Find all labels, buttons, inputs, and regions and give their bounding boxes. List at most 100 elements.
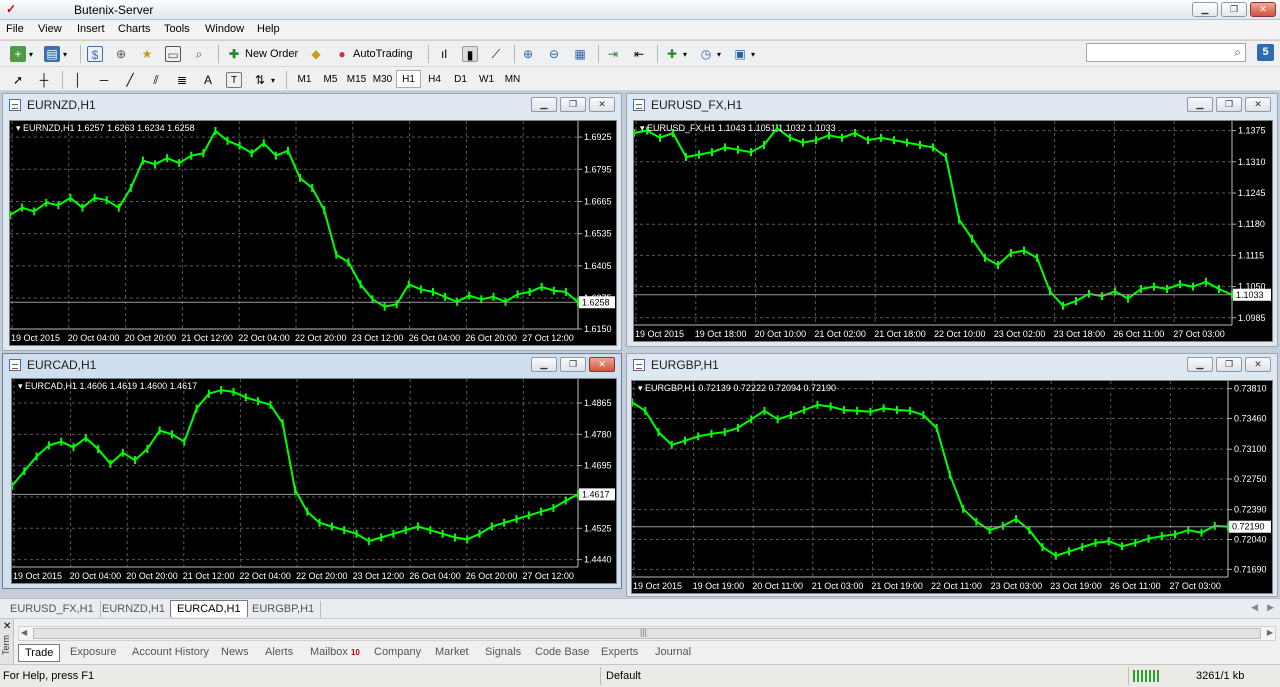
menu-help[interactable]: Help — [257, 23, 280, 35]
close-icon[interactable]: ✕ — [589, 97, 615, 112]
terminal-tab-code-base[interactable]: Code Base — [529, 644, 595, 662]
timeframe-h4[interactable]: H4 — [422, 70, 447, 88]
chart-window-eurcad[interactable]: EURCAD,H1 ▁ ❐ ✕ 19 Oct 2015 20 Oct 04:00 20 … — [2, 353, 622, 589]
price-chart[interactable]: 19 Oct 2015 20 Oct 04:00 20 Oct 20:00 21 Oc… — [11, 378, 617, 584]
terminal-tab-signals[interactable]: Signals — [479, 644, 527, 662]
mql5-community-icon[interactable]: 5 — [1257, 44, 1274, 61]
cursor-button[interactable]: ➚ — [10, 71, 26, 89]
vertical-line-button[interactable]: │ — [70, 71, 86, 89]
minimize-icon[interactable]: ▁ — [531, 97, 557, 112]
minimize-icon[interactable]: ▁ — [1187, 97, 1213, 112]
close-icon[interactable]: ✕ — [1245, 357, 1271, 372]
terminal-close-icon[interactable]: ✕ — [3, 621, 11, 632]
timeframe-mn[interactable]: MN — [500, 70, 525, 88]
arrows-button[interactable]: ⇅ ▾ — [252, 71, 275, 89]
terminal-button[interactable]: ▭ — [165, 45, 181, 63]
close-icon[interactable]: ✕ — [1250, 2, 1276, 17]
chart-shift-button[interactable]: ⇥ — [605, 45, 621, 63]
terminal-tab-alerts[interactable]: Alerts — [259, 644, 299, 662]
scrollbar-thumb[interactable]: ||| — [33, 627, 1261, 639]
timeframe-h1[interactable]: H1 — [396, 70, 421, 88]
terminal-tab-experts[interactable]: Experts — [595, 644, 644, 662]
expert-button[interactable]: ◆ — [308, 45, 324, 63]
data-window-button[interactable]: ⊕ — [113, 45, 129, 63]
timeframe-w1[interactable]: W1 — [474, 70, 499, 88]
close-icon[interactable]: ✕ — [1245, 97, 1271, 112]
menu-tools[interactable]: Tools — [164, 23, 190, 35]
chart-window-titlebar[interactable]: EURGBP,H1 ▁ ❐ ✕ — [627, 354, 1277, 376]
terminal-tab-mailbox[interactable]: Mailbox 10 — [304, 644, 366, 662]
menu-insert[interactable]: Insert — [77, 23, 105, 35]
trendline-button[interactable]: ╱ — [122, 71, 138, 89]
periods-button[interactable]: ◷ ▾ — [698, 45, 721, 63]
window-tab-eurusd-fx[interactable]: EURUSD_FX,H1 — [4, 601, 101, 618]
window-tab-eurnzd[interactable]: EURNZD,H1 — [96, 601, 172, 618]
fibonacci-button[interactable]: ≣ — [174, 71, 190, 89]
minimize-icon[interactable]: ▁ — [1192, 2, 1218, 17]
tile-windows-button[interactable]: ▦ — [572, 45, 588, 63]
templates-button[interactable]: ▣ ▾ — [732, 45, 755, 63]
timeframe-m15[interactable]: M15 — [344, 70, 369, 88]
chart-window-eurusd-fx[interactable]: EURUSD_FX,H1 ▁ ❐ ✕ 19 Oct 2015 19 Oct 18:00… — [626, 93, 1278, 347]
terminal-tab-account-history[interactable]: Account History — [126, 644, 215, 662]
zoom-in-button[interactable]: ⊕ — [520, 45, 536, 63]
restore-icon[interactable]: ❐ — [1221, 2, 1247, 17]
profiles-button[interactable]: ▤ ▾ — [44, 45, 67, 63]
market-watch-button[interactable]: $ — [87, 45, 103, 63]
restore-icon[interactable]: ❐ — [1216, 97, 1242, 112]
terminal-tab-company[interactable]: Company — [368, 644, 427, 662]
timeframe-d1[interactable]: D1 — [448, 70, 473, 88]
window-tab-eurcad[interactable]: EURCAD,H1 — [170, 600, 248, 617]
terminal-tab-journal[interactable]: Journal — [649, 644, 697, 662]
timeframe-m1[interactable]: M1 — [292, 70, 317, 88]
terminal-horizontal-scrollbar[interactable]: ◀ ||| ▶ — [18, 626, 1276, 641]
equidistant-channel-button[interactable]: ⫽ — [148, 71, 164, 89]
chart-window-titlebar[interactable]: EURCAD,H1 ▁ ❐ ✕ — [3, 354, 621, 376]
menu-charts[interactable]: Charts — [118, 23, 150, 35]
terminal-tab-exposure[interactable]: Exposure — [64, 644, 122, 662]
chart-window-titlebar[interactable]: EURNZD,H1 ▁ ❐ ✕ — [3, 94, 621, 116]
chart-window-titlebar[interactable]: EURUSD_FX,H1 ▁ ❐ ✕ — [627, 94, 1277, 116]
line-chart-button[interactable]: ⟋ — [488, 45, 504, 63]
bar-chart-button[interactable]: ıl — [436, 45, 452, 63]
tab-scroll-right-icon[interactable]: ▶ — [1267, 602, 1274, 613]
scroll-left-icon[interactable]: ◀ — [21, 628, 27, 637]
minimize-icon[interactable]: ▁ — [531, 357, 557, 372]
menu-file[interactable]: File — [6, 23, 24, 35]
terminal-tab-news[interactable]: News — [215, 644, 255, 662]
chart-window-eurgbp[interactable]: EURGBP,H1 ▁ ❐ ✕ 19 Oct 2015 19 Oct 19:00 20 … — [626, 353, 1278, 597]
terminal-tab-trade[interactable]: Trade — [18, 644, 61, 662]
search-input[interactable] — [1086, 43, 1246, 62]
timeframe-m30[interactable]: M30 — [370, 70, 395, 88]
text-button[interactable]: A — [200, 71, 216, 89]
search-icon[interactable]: ⌕ — [1234, 45, 1241, 60]
scroll-right-icon[interactable]: ▶ — [1267, 628, 1273, 637]
price-chart[interactable]: 19 Oct 2015 20 Oct 04:00 20 Oct 20:00 21 Oc… — [9, 120, 617, 346]
minimize-icon[interactable]: ▁ — [1187, 357, 1213, 372]
new-order-button[interactable]: ✚ New Order — [226, 45, 298, 63]
restore-icon[interactable]: ❐ — [560, 357, 586, 372]
timeframe-m5[interactable]: M5 — [318, 70, 343, 88]
candlestick-button[interactable]: ▮ — [462, 45, 478, 63]
horizontal-line-button[interactable]: ─ — [96, 71, 112, 89]
tester-button[interactable]: ⌕ — [191, 45, 207, 63]
tab-scroll-left-icon[interactable]: ◀ — [1251, 602, 1258, 613]
indicators-button[interactable]: ✚ ▾ — [664, 45, 687, 63]
autoscroll-button[interactable]: ⇤ — [631, 45, 647, 63]
price-chart[interactable]: 19 Oct 2015 19 Oct 18:00 20 Oct 10:00 21 Oc… — [633, 120, 1273, 342]
terminal-tab-market[interactable]: Market — [429, 644, 475, 662]
restore-icon[interactable]: ❐ — [1216, 357, 1242, 372]
close-icon[interactable]: ✕ — [589, 357, 615, 372]
autotrading-button[interactable]: ● AutoTrading — [334, 45, 412, 63]
crosshair-button[interactable]: ┼ — [36, 71, 52, 89]
menu-window[interactable]: Window — [205, 23, 244, 35]
menu-view[interactable]: View — [38, 23, 62, 35]
navigator-button[interactable]: ★ — [139, 45, 155, 63]
restore-icon[interactable]: ❐ — [560, 97, 586, 112]
price-chart[interactable]: 19 Oct 2015 19 Oct 19:00 20 Oct 11:00 21 Oc… — [631, 380, 1273, 594]
window-tab-eurgbp[interactable]: EURGBP,H1 — [246, 601, 322, 618]
chart-window-eurnzd[interactable]: EURNZD,H1 ▁ ❐ ✕ 19 Oct 2015 20 Oct 04:00 20 … — [2, 93, 622, 351]
text-label-button[interactable]: T — [226, 71, 242, 89]
zoom-out-button[interactable]: ⊖ — [546, 45, 562, 63]
new-chart-button[interactable]: + ▾ — [10, 45, 33, 63]
